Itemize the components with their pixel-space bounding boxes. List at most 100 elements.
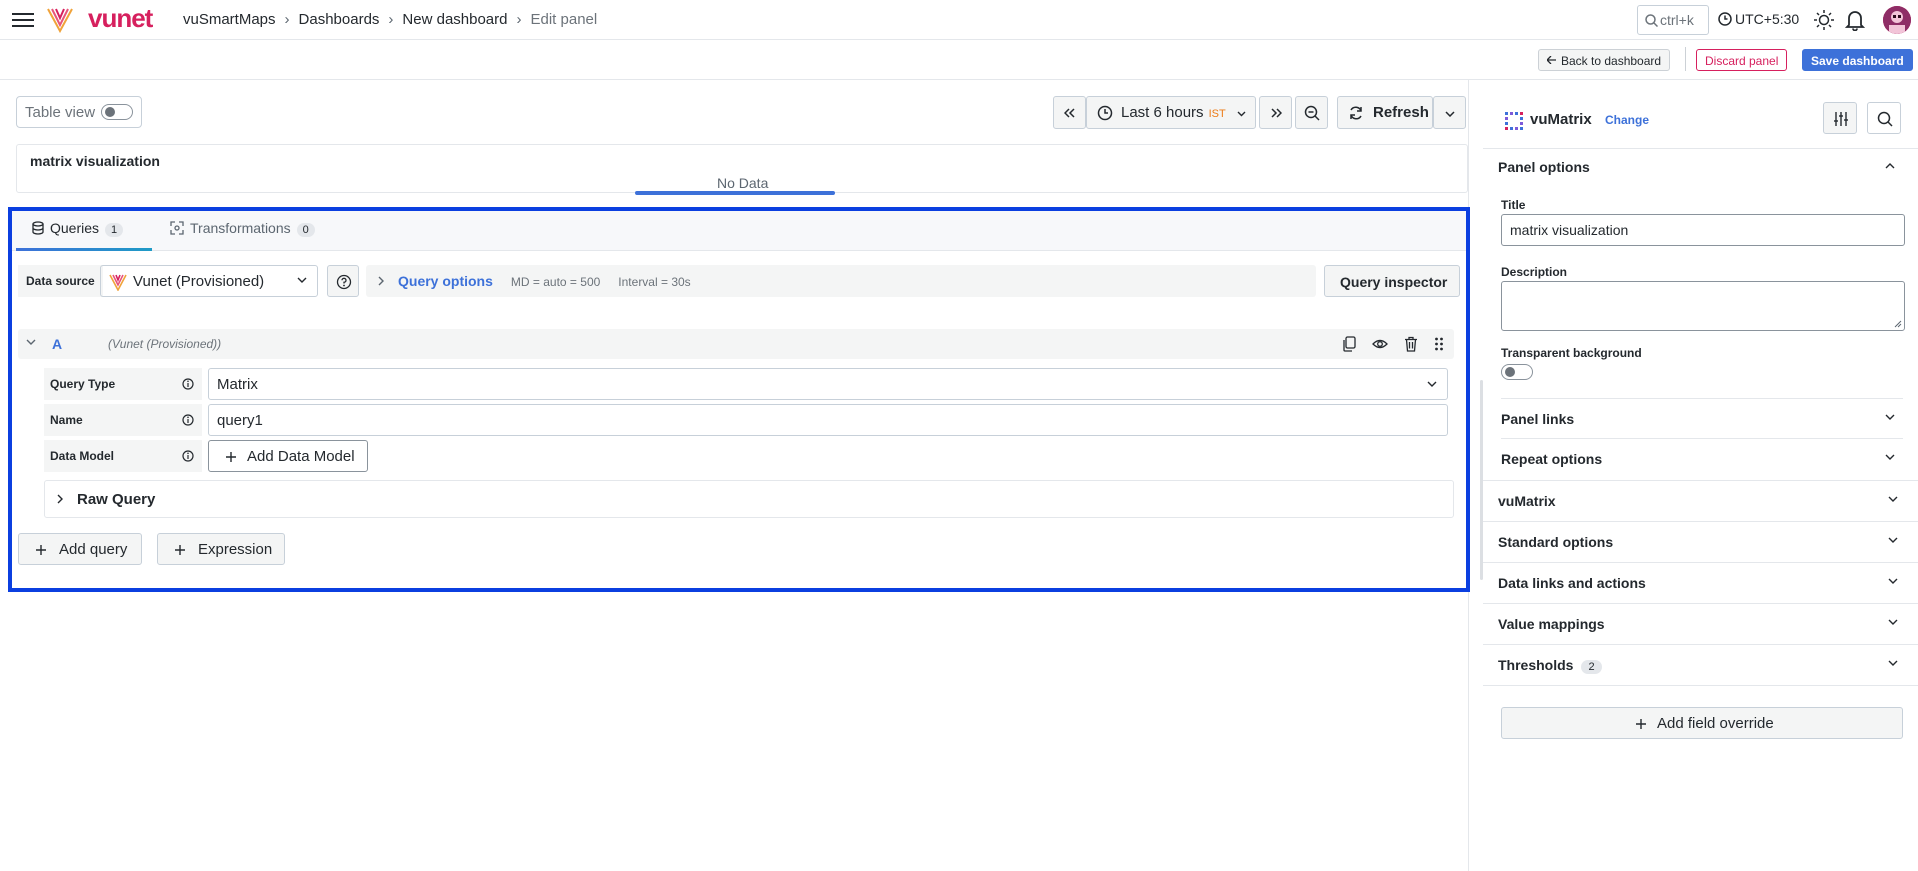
vunet-logo-icon	[109, 274, 127, 291]
time-range-picker[interactable]: Last 6 hours IST	[1086, 96, 1256, 129]
clock-icon	[1097, 105, 1113, 121]
query-options-max-data: MD = auto = 500	[510, 275, 601, 289]
data-source-label: Data source	[18, 265, 103, 297]
matrix-icon	[1505, 112, 1523, 130]
panel-title: matrix visualization	[30, 153, 160, 169]
refresh-icon	[1350, 106, 1362, 120]
add-data-model-button[interactable]: Add Data Model	[208, 440, 368, 472]
query-row-header: A (Vunet (Provisioned))	[18, 329, 1454, 359]
sun-icon[interactable]	[1813, 9, 1835, 31]
divider	[1483, 685, 1918, 686]
chevron-down-icon	[1888, 578, 1898, 584]
breadcrumb-vusmartmaps[interactable]: vuSmartMaps	[183, 11, 276, 28]
add-query-button[interactable]: Add query	[18, 533, 142, 565]
bell-icon[interactable]	[1845, 9, 1865, 31]
add-field-override-button[interactable]: Add field override	[1501, 707, 1903, 739]
copy-icon[interactable]	[1342, 336, 1356, 352]
query-type-value: Matrix	[217, 376, 258, 393]
zoom-out-button[interactable]	[1295, 96, 1328, 129]
resize-handle-icon[interactable]	[1894, 320, 1902, 328]
info-icon[interactable]	[182, 378, 194, 390]
discard-panel-button[interactable]: Discard panel	[1696, 49, 1788, 71]
breadcrumb-dashboards[interactable]: Dashboards	[299, 11, 380, 28]
options-search-button[interactable]	[1867, 102, 1901, 134]
eye-icon[interactable]	[1372, 336, 1389, 352]
transparent-background-switch[interactable]	[1501, 364, 1533, 380]
panel-options-header[interactable]: Panel options	[1498, 159, 1903, 175]
brand-name[interactable]: vunet	[88, 3, 153, 34]
tab-transformations[interactable]: Transformations 0	[170, 220, 315, 237]
table-view-switch[interactable]	[101, 104, 133, 120]
vumatrix-section[interactable]: vuMatrix	[1483, 480, 1918, 521]
chevron-right-icon: ›	[516, 11, 522, 28]
description-textarea[interactable]	[1501, 281, 1905, 331]
save-dashboard-button[interactable]: Save dashboard	[1802, 49, 1913, 71]
time-shift-forward-button[interactable]	[1259, 96, 1292, 129]
refresh-label: Refresh	[1373, 104, 1429, 121]
search-input[interactable]: ctrl+k	[1637, 5, 1709, 35]
vunet-logo-icon[interactable]	[46, 5, 74, 33]
refresh-button[interactable]: Refresh	[1337, 96, 1433, 129]
chevron-right-icon	[378, 276, 384, 286]
visualization-picker: vuMatrix Change	[1483, 96, 1918, 142]
data-source-help-button[interactable]	[327, 265, 359, 297]
clock-icon	[1718, 12, 1732, 26]
title-input[interactable]: matrix visualization	[1501, 214, 1905, 246]
data-model-label: Data Model	[44, 440, 202, 472]
raw-query-toggle[interactable]: Raw Query	[44, 480, 1454, 518]
options-pane: vuMatrix Change Panel options Title matr…	[1483, 96, 1918, 871]
info-icon[interactable]	[182, 450, 194, 462]
tab-transformations-count: 0	[296, 223, 315, 237]
standard-options-section[interactable]: Standard options	[1483, 521, 1918, 562]
menu-icon[interactable]	[12, 10, 34, 30]
value-mappings-section[interactable]: Value mappings	[1483, 603, 1918, 644]
edit-panel-toolbar: Back to dashboard Discard panel Save das…	[0, 40, 1918, 80]
time-shift-back-button[interactable]	[1053, 96, 1086, 129]
panel-links-section[interactable]: Panel links	[1501, 398, 1903, 438]
query-name-input[interactable]: query1	[208, 404, 1448, 436]
tab-transformations-label: Transformations	[190, 220, 291, 236]
add-query-label: Add query	[59, 541, 128, 558]
thresholds-count: 2	[1581, 660, 1602, 674]
table-view-label: Table view	[25, 104, 96, 121]
chevron-down-icon[interactable]	[26, 339, 36, 345]
refresh-interval-dropdown[interactable]	[1433, 96, 1466, 129]
change-visualization-link[interactable]: Change	[1605, 113, 1649, 127]
panel-preview: matrix visualization No Data	[16, 144, 1468, 195]
plus-icon	[226, 452, 236, 462]
chevron-down-icon	[297, 277, 307, 283]
data-links-section[interactable]: Data links and actions	[1483, 562, 1918, 603]
options-view-button[interactable]	[1823, 102, 1857, 134]
breadcrumb: vuSmartMaps › Dashboards › New dashboard › Edi…	[183, 11, 597, 28]
table-view-toggle[interactable]: Table view	[16, 96, 142, 128]
trash-icon[interactable]	[1404, 336, 1418, 352]
avatar[interactable]	[1883, 6, 1911, 34]
back-to-dashboard-button[interactable]: Back to dashboard	[1538, 49, 1671, 71]
tab-queries[interactable]: Queries 1	[32, 220, 124, 237]
query-type-select[interactable]: Matrix	[208, 368, 1448, 400]
no-data-message: No Data	[717, 175, 769, 191]
data-model-label-text: Data Model	[50, 449, 115, 463]
repeat-options-section[interactable]: Repeat options	[1501, 438, 1903, 478]
vumatrix-section-label: vuMatrix	[1498, 493, 1556, 509]
breadcrumb-new-dashboard[interactable]: New dashboard	[402, 11, 507, 28]
query-tabs: Queries 1 Transformations 0	[12, 211, 1466, 251]
options-icon	[1834, 112, 1848, 126]
query-ref-id[interactable]: A	[52, 336, 62, 352]
query-datasource-name: (Vunet (Provisioned))	[108, 337, 222, 351]
timezone-picker[interactable]: UTC+5:30	[1718, 11, 1799, 27]
query-type-label: Query Type	[44, 368, 202, 400]
tab-queries-label: Queries	[50, 220, 100, 236]
drag-icon[interactable]	[1434, 336, 1444, 352]
thresholds-section[interactable]: Thresholds 2	[1483, 644, 1918, 685]
add-field-override-label: Add field override	[1657, 715, 1774, 732]
transform-icon	[170, 221, 184, 235]
info-icon[interactable]	[182, 414, 194, 426]
query-options-toggle[interactable]: Query options MD = auto = 500 Interval = 3…	[366, 265, 1316, 297]
query-inspector-button[interactable]: Query inspector	[1324, 265, 1460, 297]
data-source-select[interactable]: Vunet (Provisioned)	[100, 265, 318, 297]
data-links-label: Data links and actions	[1498, 575, 1646, 591]
chevron-up-icon	[1885, 163, 1895, 169]
chevron-down-icon	[1237, 111, 1246, 117]
add-expression-button[interactable]: Expression	[157, 533, 285, 565]
